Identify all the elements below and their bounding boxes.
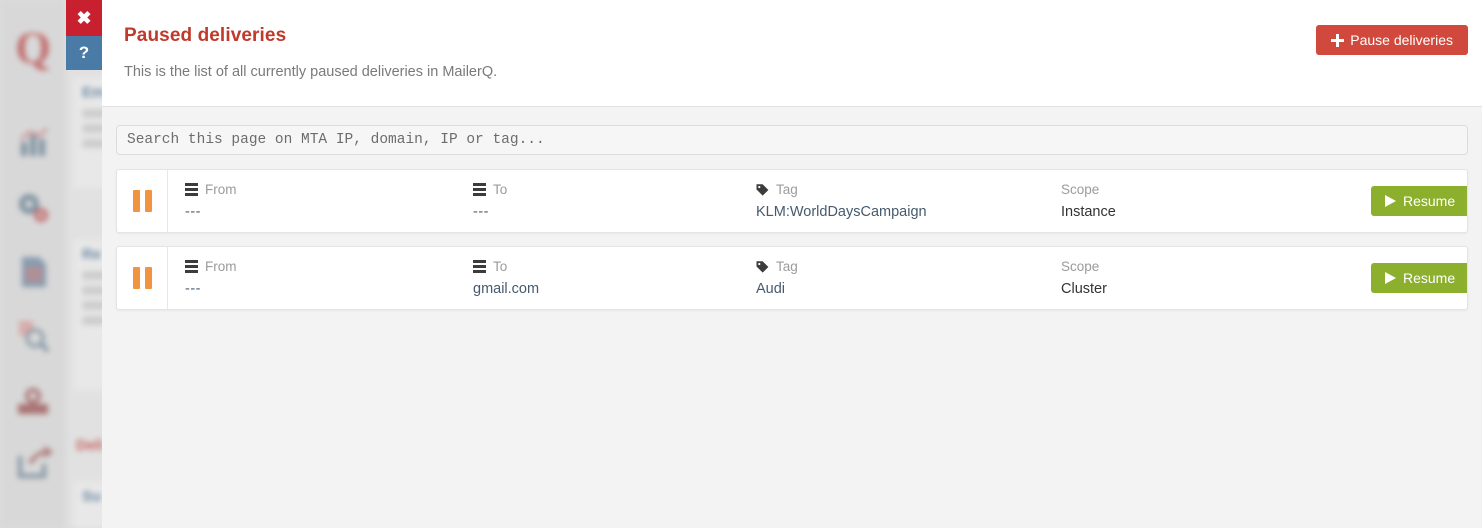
row-status bbox=[117, 247, 168, 309]
cell-scope-label-text: Scope bbox=[1061, 182, 1099, 197]
search-input[interactable] bbox=[116, 125, 1468, 155]
cell-from: From --- bbox=[185, 258, 473, 299]
help-icon[interactable]: ? bbox=[66, 36, 102, 70]
paused-deliveries-list: From --- To --- bbox=[102, 155, 1482, 310]
modal-side-actions: ✖ ? bbox=[66, 0, 102, 70]
cell-tag-value[interactable]: Audi bbox=[756, 280, 1061, 299]
cell-scope-label: Scope bbox=[1061, 258, 1371, 275]
resume-button[interactable]: Resume bbox=[1371, 263, 1468, 293]
tag-icon bbox=[756, 260, 769, 273]
pause-icon bbox=[133, 267, 152, 289]
search-bar bbox=[102, 107, 1482, 155]
cell-to: To gmail.com bbox=[473, 258, 756, 299]
cell-scope-label: Scope bbox=[1061, 181, 1371, 198]
tag-icon bbox=[756, 183, 769, 196]
row-body: From --- To --- bbox=[168, 170, 1371, 232]
cell-scope-value: Cluster bbox=[1061, 280, 1371, 299]
cell-to-value[interactable]: --- bbox=[473, 203, 756, 222]
resume-button-label: Resume bbox=[1403, 270, 1455, 286]
play-icon bbox=[1385, 272, 1396, 284]
close-icon[interactable]: ✖ bbox=[66, 0, 102, 36]
cell-scope: Scope Instance bbox=[1061, 181, 1371, 222]
cell-tag: Tag KLM:WorldDaysCampaign bbox=[756, 181, 1061, 222]
page-title: Paused deliveries bbox=[124, 25, 286, 47]
pause-deliveries-button-label: Pause deliveries bbox=[1350, 32, 1453, 48]
cell-scope-value: Instance bbox=[1061, 203, 1371, 222]
plus-icon bbox=[1331, 34, 1343, 46]
row-status bbox=[117, 170, 168, 232]
play-icon bbox=[1385, 195, 1396, 207]
cell-to-value[interactable]: gmail.com bbox=[473, 280, 756, 299]
cell-from: From --- bbox=[185, 181, 473, 222]
cell-scope-label-text: Scope bbox=[1061, 259, 1099, 274]
cell-tag-label: Tag bbox=[756, 258, 1061, 275]
cell-tag-label: Tag bbox=[756, 181, 1061, 198]
paused-deliveries-panel: Paused deliveries This is the list of al… bbox=[102, 0, 1482, 528]
server-icon bbox=[473, 260, 486, 273]
cell-from-value[interactable]: --- bbox=[185, 280, 473, 299]
server-icon bbox=[185, 260, 198, 273]
cell-tag: Tag Audi bbox=[756, 258, 1061, 299]
cell-from-label-text: From bbox=[205, 259, 237, 274]
panel-header: Paused deliveries This is the list of al… bbox=[102, 0, 1482, 107]
row-action: Resume bbox=[1371, 247, 1468, 309]
pause-icon bbox=[133, 190, 152, 212]
cell-to-label-text: To bbox=[493, 182, 507, 197]
row-action: Resume bbox=[1371, 170, 1468, 232]
resume-button-label: Resume bbox=[1403, 193, 1455, 209]
server-icon bbox=[185, 183, 198, 196]
cell-from-value[interactable]: --- bbox=[185, 203, 473, 222]
cell-to-label: To bbox=[473, 181, 756, 198]
cell-tag-label-text: Tag bbox=[776, 182, 798, 197]
cell-scope: Scope Cluster bbox=[1061, 258, 1371, 299]
server-icon bbox=[473, 183, 486, 196]
cell-to-label-text: To bbox=[493, 259, 507, 274]
resume-button[interactable]: Resume bbox=[1371, 186, 1468, 216]
cell-from-label: From bbox=[185, 181, 473, 198]
cell-to-label: To bbox=[473, 258, 756, 275]
cell-tag-value[interactable]: KLM:WorldDaysCampaign bbox=[756, 203, 1061, 222]
cell-from-label-text: From bbox=[205, 182, 237, 197]
table-row[interactable]: From --- To gmail.com bbox=[116, 246, 1468, 310]
page-subtitle: This is the list of all currently paused… bbox=[124, 64, 497, 80]
cell-from-label: From bbox=[185, 258, 473, 275]
cell-tag-label-text: Tag bbox=[776, 259, 798, 274]
row-body: From --- To gmail.com bbox=[168, 247, 1371, 309]
table-row[interactable]: From --- To --- bbox=[116, 169, 1468, 233]
cell-to: To --- bbox=[473, 181, 756, 222]
pause-deliveries-button[interactable]: Pause deliveries bbox=[1316, 25, 1468, 55]
